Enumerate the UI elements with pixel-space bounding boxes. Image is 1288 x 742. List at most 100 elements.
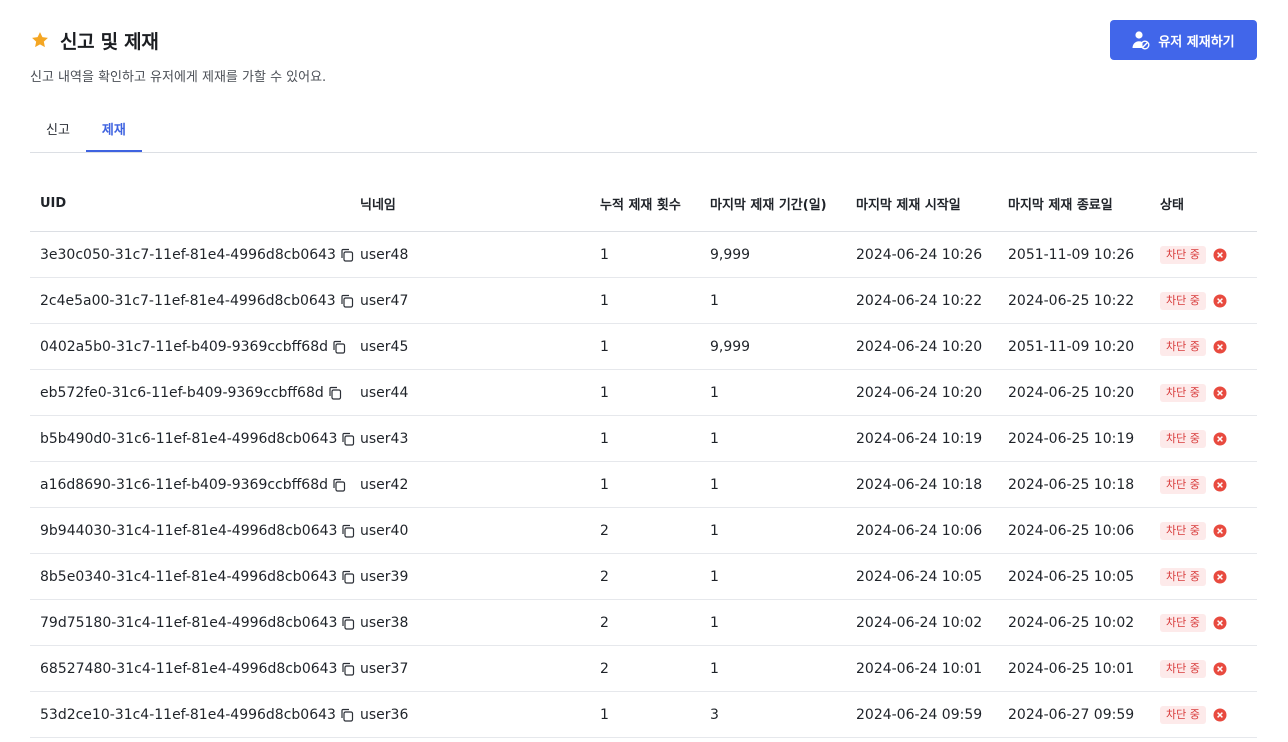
count-cell: 1 [590, 691, 700, 738]
unblock-x-icon[interactable] [1213, 570, 1227, 584]
unblock-x-icon[interactable] [1213, 432, 1227, 446]
period-cell: 1 [700, 645, 846, 692]
sanction-user-button[interactable]: 유저 제재하기 [1110, 20, 1257, 60]
start-date-cell: 2024-06-24 10:20 [846, 323, 998, 370]
table-row[interactable]: 0402a5b0-31c7-11ef-b409-9369ccbff68d user… [30, 323, 1257, 370]
table-row[interactable]: eb572fe0-31c6-11ef-b409-9369ccbff68d user… [30, 369, 1257, 416]
end-date-cell: 2024-06-25 10:05 [998, 553, 1150, 600]
table-row[interactable]: 3e30c050-31c7-11ef-81e4-4996d8cb0643 user… [30, 231, 1257, 278]
copy-icon[interactable] [332, 340, 346, 354]
column-header-uid[interactable]: UID [30, 176, 350, 232]
count-cell: 2 [590, 645, 700, 692]
table-row[interactable]: 2c4e5a00-31c7-11ef-81e4-4996d8cb0643 user… [30, 277, 1257, 324]
start-date-cell: 2024-06-24 10:22 [846, 277, 998, 324]
column-header-period[interactable]: 마지막 제재 기간(일) [700, 176, 846, 232]
count-cell: 2 [590, 553, 700, 600]
status-cell: 차단 중 [1150, 691, 1257, 738]
tab-sanctions[interactable]: 제재 [85, 112, 142, 152]
uid-cell: 0402a5b0-31c7-11ef-b409-9369ccbff68d [30, 323, 350, 370]
unblock-x-icon[interactable] [1213, 662, 1227, 676]
status-badge: 차단 중 [1160, 245, 1206, 264]
copy-icon[interactable] [332, 478, 346, 492]
table-row[interactable]: 68527480-31c4-11ef-81e4-4996d8cb0643 user… [30, 645, 1257, 692]
start-date-cell: 2024-06-24 10:20 [846, 369, 998, 416]
start-date-cell: 2024-06-24 10:02 [846, 599, 998, 646]
user-block-icon [1132, 30, 1150, 50]
period-cell: 9,999 [700, 231, 846, 278]
table-row[interactable]: 79d75180-31c4-11ef-81e4-4996d8cb0643 user… [30, 599, 1257, 646]
nickname-cell: user44 [350, 369, 590, 416]
table-header-row: UID 닉네임 누적 제재 횟수 마지막 제재 기간(일) 마지막 제재 시작일… [30, 176, 1257, 232]
end-date-cell: 2024-06-25 10:19 [998, 415, 1150, 462]
table-row[interactable]: 53d2ce10-31c4-11ef-81e4-4996d8cb0643 user… [30, 691, 1257, 738]
table-row[interactable]: 9b944030-31c4-11ef-81e4-4996d8cb0643 user… [30, 507, 1257, 554]
status-badge: 차단 중 [1160, 705, 1206, 724]
uid-text: 79d75180-31c4-11ef-81e4-4996d8cb0643 [40, 614, 338, 631]
column-header-end[interactable]: 마지막 제재 종료일 [998, 176, 1150, 232]
count-cell: 1 [590, 323, 700, 370]
uid-text: 3e30c050-31c7-11ef-81e4-4996d8cb0643 [40, 246, 336, 263]
count-cell: 1 [590, 277, 700, 324]
unblock-x-icon[interactable] [1213, 708, 1227, 722]
nickname-cell: user36 [350, 691, 590, 738]
status-cell: 차단 중 [1150, 507, 1257, 554]
uid-text: a16d8690-31c6-11ef-b409-9369ccbff68d [40, 476, 328, 493]
count-cell: 1 [590, 369, 700, 416]
status-cell: 차단 중 [1150, 599, 1257, 646]
copy-icon[interactable] [340, 708, 354, 722]
column-header-status[interactable]: 상태 [1150, 176, 1257, 232]
unblock-x-icon[interactable] [1213, 478, 1227, 492]
status-badge: 차단 중 [1160, 659, 1206, 678]
tab-reports[interactable]: 신고 [30, 112, 86, 151]
column-header-count[interactable]: 누적 제재 횟수 [590, 176, 700, 232]
start-date-cell: 2024-06-24 10:05 [846, 553, 998, 600]
end-date-cell: 2024-06-25 10:20 [998, 369, 1150, 416]
page-subtitle: 신고 내역을 확인하고 유저에게 제재를 가할 수 있어요. [30, 70, 327, 85]
uid-text: 8b5e0340-31c4-11ef-81e4-4996d8cb0643 [40, 568, 338, 585]
column-header-nickname[interactable]: 닉네임 [350, 176, 590, 232]
unblock-x-icon[interactable] [1213, 524, 1227, 538]
unblock-x-icon[interactable] [1213, 340, 1227, 354]
unblock-x-icon[interactable] [1213, 386, 1227, 400]
copy-icon[interactable] [341, 662, 355, 676]
uid-cell: 9b944030-31c4-11ef-81e4-4996d8cb0643 [30, 507, 355, 554]
copy-icon[interactable] [328, 386, 342, 400]
copy-icon[interactable] [341, 616, 355, 630]
count-cell: 1 [590, 231, 700, 278]
period-cell: 1 [700, 369, 846, 416]
unblock-x-icon[interactable] [1213, 616, 1227, 630]
status-cell: 차단 중 [1150, 277, 1257, 324]
end-date-cell: 2024-06-25 10:18 [998, 461, 1150, 508]
copy-icon[interactable] [341, 570, 355, 584]
status-cell: 차단 중 [1150, 461, 1257, 508]
uid-cell: 8b5e0340-31c4-11ef-81e4-4996d8cb0643 [30, 553, 355, 600]
status-cell: 차단 중 [1150, 323, 1257, 370]
nickname-cell: user39 [350, 553, 590, 600]
unblock-x-icon[interactable] [1213, 294, 1227, 308]
copy-icon[interactable] [341, 524, 355, 538]
sanction-user-label: 유저 제재하기 [1158, 34, 1235, 50]
title-row: 신고 및 제재 [30, 26, 1257, 54]
status-cell: 차단 중 [1150, 553, 1257, 600]
nickname-cell: user47 [350, 277, 590, 324]
copy-icon[interactable] [340, 294, 354, 308]
tab-bar: 신고 제재 [30, 112, 1257, 153]
uid-text: b5b490d0-31c6-11ef-81e4-4996d8cb0643 [40, 430, 338, 447]
copy-icon[interactable] [341, 432, 355, 446]
nickname-cell: user48 [350, 231, 590, 278]
column-header-start[interactable]: 마지막 제재 시작일 [846, 176, 998, 232]
status-badge: 차단 중 [1160, 475, 1206, 494]
table-row[interactable]: a16d8690-31c6-11ef-b409-9369ccbff68d user… [30, 461, 1257, 508]
table-row[interactable]: b5b490d0-31c6-11ef-81e4-4996d8cb0643 user… [30, 415, 1257, 462]
count-cell: 2 [590, 507, 700, 554]
uid-cell: eb572fe0-31c6-11ef-b409-9369ccbff68d [30, 369, 350, 416]
end-date-cell: 2024-06-25 10:02 [998, 599, 1150, 646]
status-badge: 차단 중 [1160, 291, 1206, 310]
count-cell: 1 [590, 461, 700, 508]
unblock-x-icon[interactable] [1213, 248, 1227, 262]
start-date-cell: 2024-06-24 10:19 [846, 415, 998, 462]
table-row[interactable]: 8b5e0340-31c4-11ef-81e4-4996d8cb0643 user… [30, 553, 1257, 600]
nickname-cell: user45 [350, 323, 590, 370]
copy-icon[interactable] [340, 248, 354, 262]
period-cell: 9,999 [700, 323, 846, 370]
